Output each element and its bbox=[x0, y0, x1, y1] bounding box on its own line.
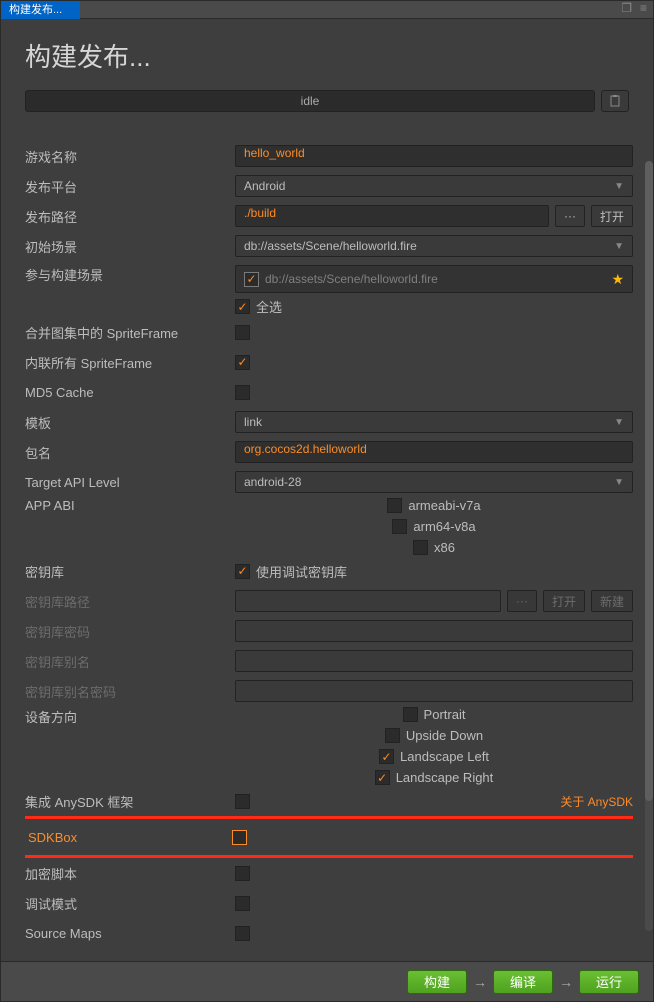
initial-scene-select[interactable]: db://assets/Scene/helloworld.fire bbox=[235, 235, 633, 257]
clipboard-icon bbox=[609, 95, 621, 107]
keystore-new-button: 新建 bbox=[591, 590, 633, 612]
build-button[interactable]: 构建 bbox=[407, 970, 467, 994]
abi-x86-label: x86 bbox=[434, 540, 455, 555]
publish-path-input[interactable]: ./build bbox=[235, 205, 549, 227]
orient-upsidedown-checkbox[interactable] bbox=[385, 728, 400, 743]
abi-x86-checkbox[interactable] bbox=[413, 540, 428, 555]
abi-armeabi-label: armeabi-v7a bbox=[408, 498, 480, 513]
keystore-path-input bbox=[235, 590, 501, 612]
keystore-alias-input bbox=[235, 650, 633, 672]
scene-item-path: db://assets/Scene/helloworld.fire bbox=[265, 272, 605, 286]
template-select[interactable]: link bbox=[235, 411, 633, 433]
select-all-checkbox[interactable] bbox=[235, 299, 250, 314]
form-area: 游戏名称 hello_world 发布平台 Android 发布路径 ./bui… bbox=[25, 141, 633, 953]
inline-spriteframe-checkbox[interactable] bbox=[235, 355, 250, 370]
use-debug-keystore-label: 使用调试密钥库 bbox=[256, 562, 347, 581]
menu-icon[interactable]: ≡ bbox=[640, 1, 647, 15]
platform-select[interactable]: Android bbox=[235, 175, 633, 197]
select-all-label: 全选 bbox=[256, 297, 282, 316]
orient-portrait-checkbox[interactable] bbox=[403, 707, 418, 722]
orient-landscape-left-checkbox[interactable] bbox=[379, 749, 394, 764]
popout-icon[interactable]: ❐ bbox=[621, 1, 632, 15]
debug-mode-checkbox[interactable] bbox=[235, 896, 250, 911]
package-input[interactable]: org.cocos2d.helloworld bbox=[235, 441, 633, 463]
compile-button[interactable]: 编译 bbox=[493, 970, 553, 994]
arrow-icon: → bbox=[557, 974, 575, 990]
star-icon[interactable]: ★ bbox=[611, 271, 624, 288]
scrollbar-thumb[interactable] bbox=[645, 161, 653, 801]
arrow-icon: → bbox=[471, 974, 489, 990]
title-bar: 构建发布... ❐ ≡ bbox=[1, 1, 653, 19]
window-tab[interactable]: 构建发布... bbox=[1, 1, 80, 19]
keystore-alias-pwd-label: 密钥库别名密码 bbox=[25, 682, 235, 701]
orient-landscape-left-label: Landscape Left bbox=[400, 749, 489, 764]
merge-spriteframe-label: 合并图集中的 SpriteFrame bbox=[25, 323, 235, 342]
merge-spriteframe-checkbox[interactable] bbox=[235, 325, 250, 340]
keystore-browse-button: ··· bbox=[507, 590, 537, 612]
orient-upsidedown-label: Upside Down bbox=[406, 728, 483, 743]
game-name-input[interactable]: hello_world bbox=[235, 145, 633, 167]
keystore-path-label: 密钥库路径 bbox=[25, 592, 235, 611]
publish-path-open-button[interactable]: 打开 bbox=[591, 205, 633, 227]
keystore-pwd-input bbox=[235, 620, 633, 642]
orient-landscape-right-checkbox[interactable] bbox=[375, 770, 390, 785]
keystore-alias-label: 密钥库别名 bbox=[25, 652, 235, 671]
encrypt-checkbox[interactable] bbox=[235, 866, 250, 881]
sdkbox-highlight: SDKBox bbox=[25, 816, 633, 858]
api-level-select[interactable]: android-28 bbox=[235, 471, 633, 493]
encrypt-label: 加密脚本 bbox=[25, 864, 235, 883]
orient-landscape-right-label: Landscape Right bbox=[396, 770, 494, 785]
page-title: 构建发布... bbox=[1, 19, 653, 76]
publish-path-label: 发布路径 bbox=[25, 207, 235, 226]
scrollbar[interactable] bbox=[645, 161, 653, 931]
anysdk-label: 集成 AnySDK 框架 bbox=[25, 792, 235, 811]
app-abi-label: APP ABI bbox=[25, 498, 235, 513]
publish-path-browse-button[interactable]: ··· bbox=[555, 205, 585, 227]
sdkbox-label: SDKBox bbox=[25, 830, 232, 845]
source-maps-label: Source Maps bbox=[25, 926, 235, 941]
platform-label: 发布平台 bbox=[25, 177, 235, 196]
keystore-open-button: 打开 bbox=[543, 590, 585, 612]
scene-list-item[interactable]: db://assets/Scene/helloworld.fire ★ bbox=[235, 265, 633, 293]
debug-mode-label: 调试模式 bbox=[25, 894, 235, 913]
package-label: 包名 bbox=[25, 443, 235, 462]
abi-arm64-label: arm64-v8a bbox=[413, 519, 475, 534]
use-debug-keystore-checkbox[interactable] bbox=[235, 564, 250, 579]
anysdk-checkbox[interactable] bbox=[235, 794, 250, 809]
inline-spriteframe-label: 内联所有 SpriteFrame bbox=[25, 353, 235, 372]
status-bar: idle bbox=[25, 90, 595, 112]
scenes-label: 参与构建场景 bbox=[25, 265, 235, 284]
copy-log-button[interactable] bbox=[601, 90, 629, 112]
md5-checkbox[interactable] bbox=[235, 385, 250, 400]
keystore-label: 密钥库 bbox=[25, 562, 235, 581]
game-name-label: 游戏名称 bbox=[25, 147, 235, 166]
source-maps-checkbox[interactable] bbox=[235, 926, 250, 941]
keystore-pwd-label: 密钥库密码 bbox=[25, 622, 235, 641]
md5-label: MD5 Cache bbox=[25, 385, 235, 400]
sdkbox-checkbox[interactable] bbox=[232, 830, 247, 845]
run-button[interactable]: 运行 bbox=[579, 970, 639, 994]
keystore-alias-pwd-input bbox=[235, 680, 633, 702]
abi-arm64-checkbox[interactable] bbox=[392, 519, 407, 534]
initial-scene-label: 初始场景 bbox=[25, 237, 235, 256]
orientation-label: 设备方向 bbox=[25, 707, 235, 726]
abi-armeabi-checkbox[interactable] bbox=[387, 498, 402, 513]
api-level-label: Target API Level bbox=[25, 475, 235, 490]
template-label: 模板 bbox=[25, 413, 235, 432]
about-anysdk-link[interactable]: 关于 AnySDK bbox=[560, 793, 633, 810]
orient-portrait-label: Portrait bbox=[424, 707, 466, 722]
footer: 构建 → 编译 → 运行 bbox=[1, 961, 653, 1001]
scene-item-checkbox[interactable] bbox=[244, 272, 259, 287]
